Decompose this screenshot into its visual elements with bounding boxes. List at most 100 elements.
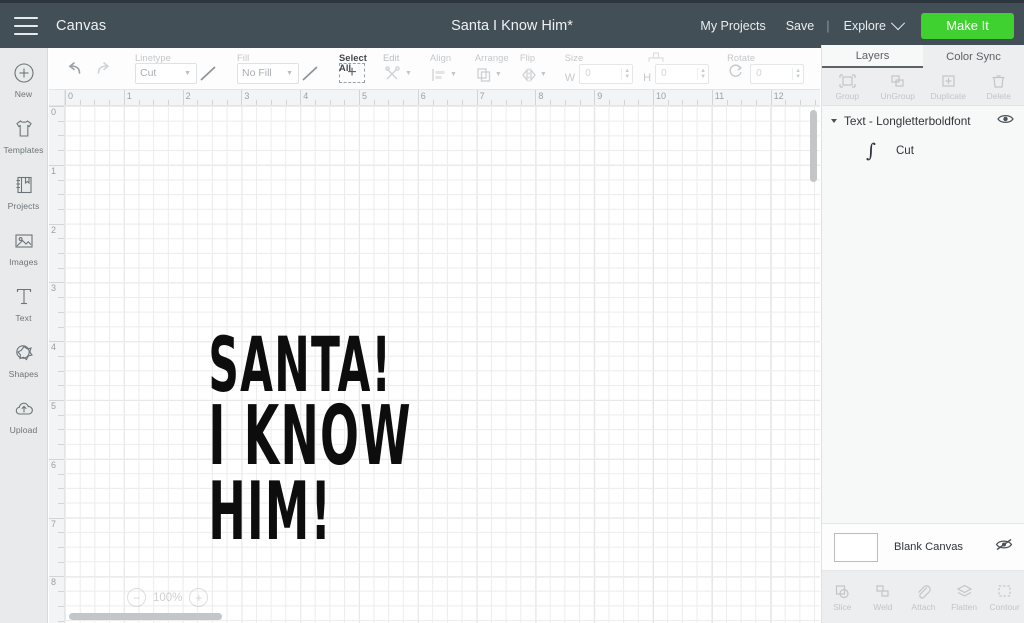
- sidebar-label-text: Text: [15, 313, 31, 323]
- blank-canvas-swatch[interactable]: [834, 533, 878, 562]
- ruler-h-label: 6: [421, 91, 426, 101]
- weld-button[interactable]: Weld: [863, 583, 904, 612]
- ruler-h-tick: [271, 100, 272, 105]
- ruler-v-tick: [58, 356, 64, 357]
- linetype-swatch[interactable]: [197, 63, 219, 84]
- undo-button[interactable]: [61, 57, 89, 81]
- group-button[interactable]: Group: [822, 68, 873, 105]
- ruler-h-tick: [197, 100, 198, 105]
- blank-canvas-row[interactable]: Blank Canvas: [822, 523, 1024, 571]
- ruler-h-label: 1: [127, 91, 132, 101]
- attach-button[interactable]: Attach: [903, 583, 944, 612]
- slice-label: Slice: [833, 602, 851, 612]
- sidebar-item-templates[interactable]: Templates: [0, 116, 48, 155]
- fill-swatch[interactable]: [299, 63, 321, 84]
- zoom-out-button[interactable]: −: [127, 588, 146, 607]
- cricut-design-space-app: Canvas Santa I Know Him* My Projects Sav…: [0, 0, 1024, 623]
- sidebar-label-new: New: [15, 89, 33, 99]
- sidebar-item-new[interactable]: New: [0, 60, 48, 99]
- horizontal-scrollbar[interactable]: [67, 612, 806, 621]
- tab-layers[interactable]: Layers: [822, 45, 923, 68]
- ruler-v-tick: [58, 503, 64, 504]
- canvas-label[interactable]: Canvas: [56, 18, 106, 34]
- zoom-in-button[interactable]: +: [189, 588, 208, 607]
- ruler-v-tick: [49, 165, 64, 166]
- horizontal-scrollbar-thumb[interactable]: [69, 613, 222, 620]
- vertical-scrollbar-thumb[interactable]: [810, 110, 817, 182]
- edit-button[interactable]: ▼: [383, 64, 412, 84]
- canvas-area[interactable]: SANTA! I KNOW HIM! 0123456789101112 0123…: [49, 90, 820, 623]
- ruler-h-tick: [344, 100, 345, 105]
- width-stepper[interactable]: ▲▼: [621, 68, 630, 80]
- ruler-v-tick: [58, 385, 64, 386]
- flatten-button[interactable]: Flatten: [944, 583, 985, 612]
- ruler-h-tick: [565, 100, 566, 105]
- ruler-h-tick: [815, 100, 816, 105]
- ruler-h-label: 7: [480, 91, 485, 101]
- ruler-v-tick: [58, 606, 64, 607]
- flip-button[interactable]: ▼: [520, 66, 547, 84]
- redo-button[interactable]: [89, 57, 117, 81]
- slice-button[interactable]: Slice: [822, 583, 863, 612]
- fill-value: No Fill: [242, 67, 272, 79]
- sidebar-item-shapes[interactable]: Shapes: [0, 340, 48, 379]
- layer-name: Text - Longletterboldfont: [844, 114, 997, 128]
- ruler-v-label: 7: [51, 519, 56, 529]
- ruler-v-tick: [58, 488, 64, 489]
- my-projects-link[interactable]: My Projects: [690, 19, 775, 33]
- rotate-stepper[interactable]: ▲▼: [792, 68, 801, 80]
- ungroup-button[interactable]: UnGroup: [873, 68, 924, 105]
- tab-color-sync[interactable]: Color Sync: [923, 45, 1024, 68]
- duplicate-button[interactable]: Duplicate: [923, 68, 974, 105]
- sidebar-label-projects: Projects: [8, 201, 40, 211]
- rotate-input[interactable]: 0 ▲▼: [750, 64, 804, 84]
- weld-label: Weld: [873, 602, 892, 612]
- ruler-v-tick: [49, 576, 64, 577]
- ruler-h-label: 10: [656, 91, 666, 101]
- ruler-h-tick: [771, 90, 772, 105]
- size-lock-icon[interactable]: [648, 51, 664, 70]
- ruler-h-tick: [374, 100, 375, 105]
- width-input[interactable]: 0 ▲▼: [579, 64, 633, 84]
- sidebar-item-text[interactable]: Text: [0, 284, 48, 323]
- chevron-down-icon: ▼: [495, 71, 502, 78]
- ruler-v-tick: [58, 474, 64, 475]
- ruler-v-tick: [58, 429, 64, 430]
- sidebar-item-images[interactable]: Images: [0, 228, 48, 267]
- width-label: W: [565, 72, 575, 84]
- ruler-v-tick: [49, 282, 64, 283]
- delete-button[interactable]: Delete: [974, 68, 1024, 105]
- image-icon: [11, 228, 37, 254]
- ruler-h-tick: [550, 100, 551, 105]
- save-button[interactable]: Save: [776, 19, 825, 33]
- sidebar-item-projects[interactable]: Projects: [0, 172, 48, 211]
- ruler-h-tick: [741, 100, 742, 105]
- height-stepper[interactable]: ▲▼: [697, 68, 706, 80]
- sublayer-row-cut[interactable]: ∫ Cut: [822, 136, 1024, 166]
- align-button[interactable]: ▼: [430, 66, 457, 84]
- ruler-v-tick: [58, 180, 64, 181]
- explore-dropdown[interactable]: Explore: [832, 19, 913, 33]
- vertical-scrollbar[interactable]: [809, 108, 818, 607]
- size-group: Size W 0 ▲▼ H 0 ▲▼: [556, 48, 718, 90]
- contour-button[interactable]: Contour: [984, 583, 1024, 612]
- ruler-h-tick: [638, 100, 639, 105]
- rotate-icon[interactable]: [727, 63, 744, 85]
- linetype-select[interactable]: Cut ▼: [135, 63, 197, 84]
- layer-row-text[interactable]: Text - Longletterboldfont: [822, 106, 1024, 136]
- hamburger-menu-icon[interactable]: [14, 17, 38, 35]
- eye-off-icon[interactable]: [995, 538, 1013, 556]
- sidebar-item-upload[interactable]: Upload: [0, 396, 48, 435]
- ruler-h-tick: [477, 90, 478, 105]
- size-caption: Size: [565, 53, 584, 63]
- fill-select[interactable]: No Fill ▼: [237, 63, 299, 84]
- ruler-v-tick: [58, 532, 64, 533]
- eye-icon[interactable]: [997, 112, 1014, 130]
- sidebar-label-upload: Upload: [10, 425, 38, 435]
- chevron-expand-icon[interactable]: [831, 119, 837, 123]
- ruler-v-label: 1: [51, 166, 56, 176]
- make-it-button[interactable]: Make It: [921, 13, 1014, 39]
- arrange-button[interactable]: ▼: [475, 66, 502, 84]
- canvas-artwork-text[interactable]: SANTA! I KNOW HIM!: [178, 333, 338, 545]
- zoom-level-value: 100%: [153, 592, 182, 604]
